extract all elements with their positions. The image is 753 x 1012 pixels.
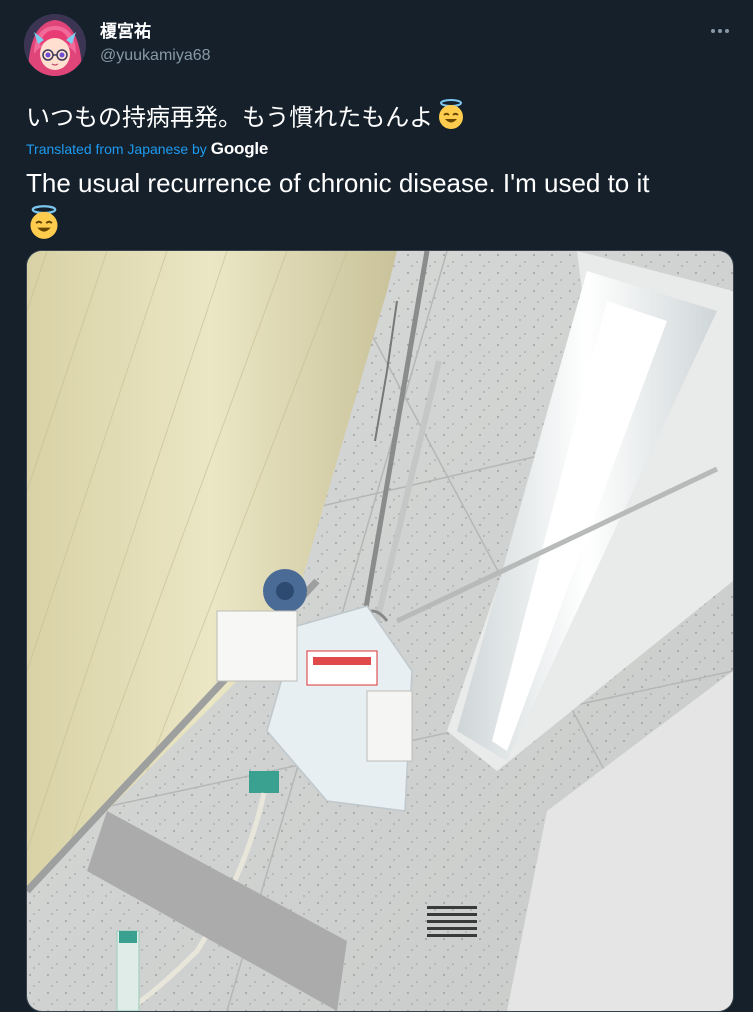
tweet-text-ja: いつもの持病再発。もう慣れたもんよ: [26, 104, 434, 132]
iv-drip-photo: [27, 251, 733, 1011]
anime-avatar-icon: [24, 14, 86, 76]
more-options-icon[interactable]: [709, 22, 731, 40]
tweet-photo[interactable]: [26, 250, 734, 1012]
display-name[interactable]: 榎宮祐: [100, 22, 211, 42]
smiling-face-with-halo-icon: [26, 204, 726, 248]
translated-from-label[interactable]: Translated from Japanese by: [26, 141, 207, 157]
tweet: 榎宮祐 @yuukamiya68 いつもの持病再発。もう慣れたもんよ Trans…: [0, 0, 753, 1012]
tweet-text-en: The usual recurrence of chronic disease.…: [26, 168, 650, 198]
google-logo: Google: [210, 139, 269, 158]
tweet-text-translated: The usual recurrence of chronic disease.…: [26, 166, 726, 248]
avatar[interactable]: [24, 14, 86, 76]
user-handle[interactable]: @yuukamiya68: [100, 46, 211, 66]
tweet-text-original: いつもの持病再発。もう慣れたもんよ: [26, 98, 467, 140]
smiling-face-with-halo-icon: [435, 98, 467, 140]
author-info: 榎宮祐 @yuukamiya68: [100, 22, 211, 66]
translation-attribution: Translated from Japanese by Google: [26, 138, 268, 160]
